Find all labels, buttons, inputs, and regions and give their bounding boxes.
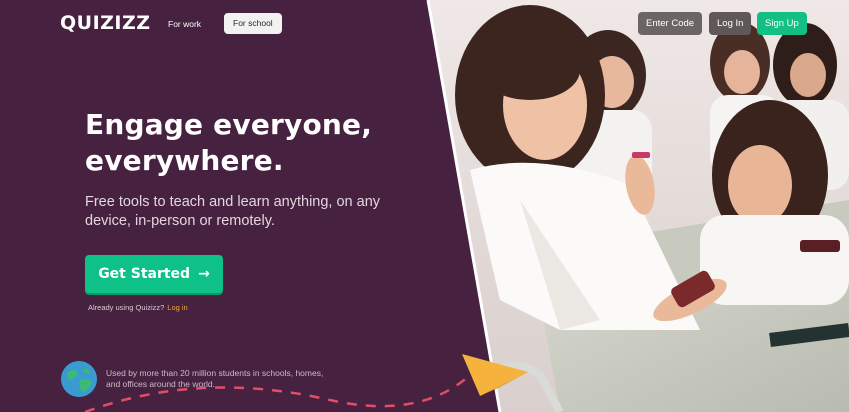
- logo-text: QUIZIZZ: [60, 12, 151, 34]
- usage-stat-text: Used by more than 20 million students in…: [106, 368, 324, 389]
- globe-icon: [61, 361, 97, 397]
- quizizz-landing-page: QUIZIZZ For work For school Enter Code L…: [0, 0, 849, 412]
- already-log-in-link[interactable]: Log in: [167, 303, 187, 312]
- already-using-text: Already using Quizizz? Log in: [88, 303, 188, 312]
- headline-line-1: Engage everyone,: [85, 108, 373, 141]
- nav-for-school[interactable]: For school: [224, 13, 282, 34]
- get-started-button[interactable]: Get Started →: [85, 255, 223, 293]
- already-using-label: Already using Quizizz?: [88, 303, 165, 312]
- log-in-button[interactable]: Log In: [709, 12, 752, 35]
- sign-up-button[interactable]: Sign Up: [757, 12, 807, 35]
- arrow-right-icon: →: [198, 266, 210, 282]
- get-started-label: Get Started: [98, 266, 191, 282]
- nav-for-work[interactable]: For work: [168, 14, 201, 34]
- quizizz-logo[interactable]: QUIZIZZ: [60, 12, 151, 34]
- hero-headline: Engage everyone, everywhere.: [85, 107, 415, 179]
- enter-code-button[interactable]: Enter Code: [638, 12, 703, 35]
- headline-line-2: everywhere.: [85, 144, 284, 177]
- hero-subtext: Free tools to teach and learn anything, …: [85, 194, 381, 229]
